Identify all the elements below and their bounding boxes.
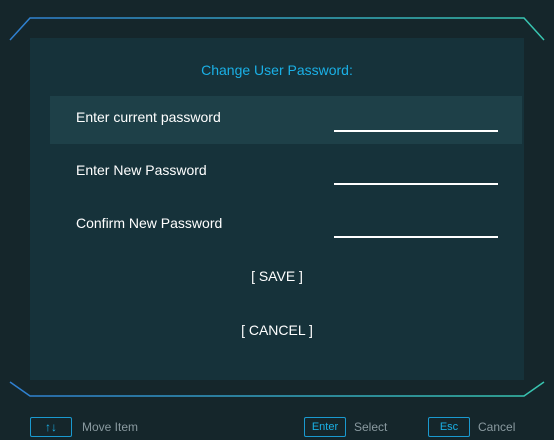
new-password-label: Enter New Password bbox=[76, 162, 207, 178]
esc-key-icon: Esc bbox=[428, 417, 470, 437]
move-item-hint: Move Item bbox=[82, 420, 139, 434]
new-password-input[interactable] bbox=[334, 183, 498, 185]
save-button[interactable]: [ SAVE ] bbox=[30, 268, 524, 284]
password-dialog: Change User Password: Enter current pass… bbox=[30, 38, 524, 380]
current-password-row[interactable]: Enter current password bbox=[50, 96, 522, 144]
enter-key-icon: Enter bbox=[304, 417, 346, 437]
change-password-screen: Change User Password: Enter current pass… bbox=[0, 0, 554, 440]
confirm-password-row[interactable]: Confirm New Password bbox=[50, 202, 522, 250]
cancel-button[interactable]: [ CANCEL ] bbox=[30, 322, 524, 338]
key-hint-bar: ↑↓ Move Item Enter Select Esc Cancel bbox=[0, 416, 554, 440]
cancel-hint: Cancel bbox=[478, 420, 516, 434]
frame-top-border bbox=[9, 17, 545, 41]
arrow-keys-icon: ↑↓ bbox=[30, 417, 72, 437]
confirm-password-label: Confirm New Password bbox=[76, 215, 223, 231]
select-hint: Select bbox=[354, 420, 388, 434]
confirm-password-input[interactable] bbox=[334, 236, 498, 238]
frame-bottom-border bbox=[9, 381, 545, 397]
current-password-input[interactable] bbox=[334, 130, 498, 132]
new-password-row[interactable]: Enter New Password bbox=[50, 149, 522, 197]
dialog-title: Change User Password: bbox=[201, 62, 353, 78]
current-password-label: Enter current password bbox=[76, 109, 221, 125]
